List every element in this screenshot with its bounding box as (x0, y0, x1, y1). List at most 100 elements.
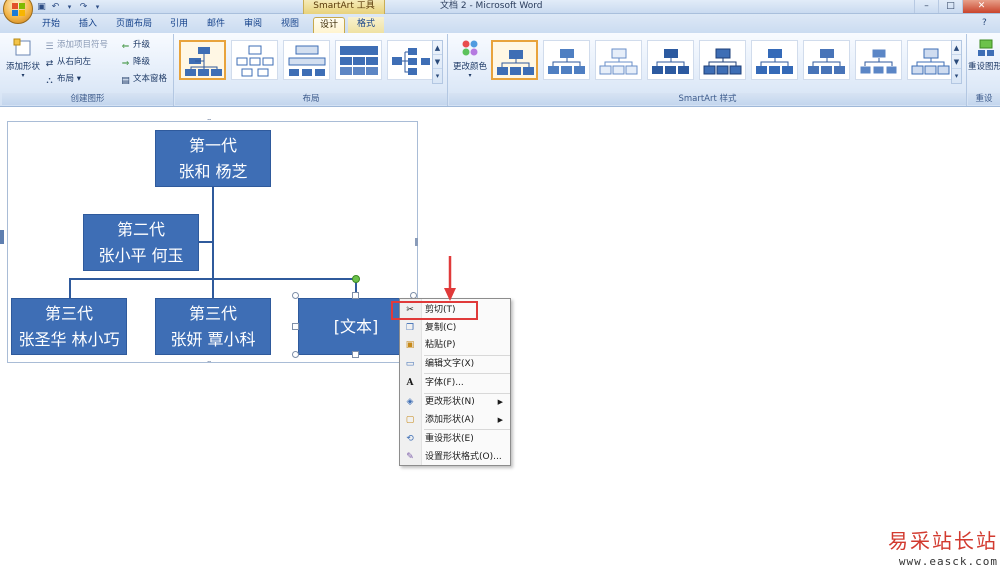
text-pane-button[interactable]: ▤ 文本窗格 (120, 72, 167, 86)
scroll-down-icon[interactable]: ▼ (433, 55, 442, 69)
submenu-arrow-icon: ▶ (497, 416, 503, 424)
menu-item-copy[interactable]: ❐ 复制(C) (400, 320, 510, 337)
layout-gallery (179, 40, 434, 84)
style-thumb-6[interactable] (751, 40, 798, 80)
node-names: 张圣华 林小巧 (18, 330, 120, 349)
add-shape-button[interactable]: 添加形状 ▾ (4, 38, 42, 79)
dropdown-arrow-icon: ▾ (21, 72, 25, 79)
group-label-smartart-styles: SmartArt 样式 (449, 93, 966, 105)
rotate-handle[interactable] (352, 275, 360, 283)
frame-resize-handle-right[interactable] (415, 238, 418, 246)
resize-handle[interactable] (292, 323, 299, 330)
group-label-layouts: 布局 (175, 93, 447, 105)
layout-thumb-4[interactable] (335, 40, 382, 80)
demote-button[interactable]: ⇒ 降级 (120, 55, 150, 69)
resize-handle[interactable] (352, 351, 359, 358)
node-names: 张和 杨芝 (178, 162, 248, 181)
connector-line (69, 278, 71, 298)
paste-icon: ▣ (405, 340, 415, 350)
node-title: 第二代 (116, 220, 165, 239)
style-thumb-3[interactable] (595, 40, 642, 80)
style-thumb-5[interactable] (699, 40, 746, 80)
context-menu: ✂ 剪切(T) ❐ 复制(C) ▣ 粘贴(P) ▭ 编辑文字(X) A 字体(F… (399, 298, 511, 466)
resize-handle[interactable] (292, 292, 299, 299)
menu-item-font[interactable]: A 字体(F)... (400, 375, 510, 392)
minimize-button[interactable]: – (914, 0, 938, 13)
group-reset: 重设图形 重设 (968, 34, 1000, 106)
redo-icon[interactable]: ↷ (78, 2, 89, 13)
node-gen3-a[interactable]: 第三代 张圣华 林小巧 (11, 298, 127, 355)
layout-thumb-5[interactable] (387, 40, 434, 80)
node-gen2[interactable]: 第二代 张小平 何玉 (83, 214, 199, 271)
save-icon[interactable]: ▣ (36, 2, 47, 13)
resize-handle[interactable] (352, 292, 359, 299)
layout-button[interactable]: ⛬ 布局 ▾ (44, 72, 81, 86)
frame-resize-handle-left[interactable] (4, 240, 7, 248)
menu-item-reset-shape[interactable]: ⟲ 重设形状(E) (400, 431, 510, 448)
promote-button[interactable]: ⇐ 升级 (120, 38, 150, 52)
demote-icon: ⇒ (121, 59, 130, 69)
menu-item-edit-text[interactable]: ▭ 编辑文字(X) (400, 356, 510, 373)
menu-separator (424, 429, 510, 430)
menu-item-change-shape[interactable]: ◈ 更改形状(N) ▶ (400, 394, 510, 411)
scroll-up-icon[interactable]: ▲ (952, 41, 961, 55)
scroll-up-icon[interactable]: ▲ (433, 41, 442, 55)
dropdown-icon[interactable]: ▾ (64, 2, 75, 13)
style-thumb-8[interactable] (855, 40, 902, 80)
style-gallery-scroll[interactable]: ▲ ▼ ▾ (951, 40, 962, 84)
quick-access-toolbar: ▣ ↶ ▾ ↷ ▾ (36, 1, 103, 13)
resize-handle[interactable] (292, 351, 299, 358)
reset-shape-icon: ⟲ (406, 434, 414, 444)
frame-resize-handle-top[interactable]: ···· (207, 118, 215, 124)
gallery-more-icon[interactable]: ▾ (952, 69, 961, 83)
menu-item-add-shape[interactable]: ▢ 添加形状(A) ▶ (400, 412, 510, 429)
add-bullet-button[interactable]: ☰ 添加项目符号 (44, 38, 108, 52)
office-logo-icon (12, 3, 25, 16)
format-shape-icon: ✎ (406, 452, 414, 462)
gallery-more-icon[interactable]: ▾ (433, 69, 442, 83)
style-thumb-7[interactable] (803, 40, 850, 80)
reset-graphic-button[interactable]: 重设图形 (968, 38, 1000, 72)
close-button[interactable]: ✕ (962, 0, 1000, 13)
tab-page-layout[interactable]: 页面布局 (108, 17, 160, 33)
connector-line (199, 241, 213, 243)
node-title: 第一代 (188, 136, 237, 155)
style-thumb-9[interactable] (907, 40, 954, 80)
style-thumb-1[interactable] (491, 40, 538, 80)
scroll-down-icon[interactable]: ▼ (952, 55, 961, 69)
customize-qat-icon[interactable]: ▾ (92, 2, 103, 13)
edit-text-icon: ▭ (405, 359, 415, 369)
layout-gallery-scroll[interactable]: ▲ ▼ ▾ (432, 40, 443, 84)
tab-insert[interactable]: 插入 (70, 17, 106, 33)
style-thumb-4[interactable] (647, 40, 694, 80)
node-names: 张妍 覃小科 (170, 330, 256, 349)
frame-resize-handle-bottom[interactable]: ···· (207, 360, 215, 366)
style-thumb-2[interactable] (543, 40, 590, 80)
help-icon[interactable]: ? (982, 18, 994, 30)
tab-review[interactable]: 审阅 (236, 17, 270, 33)
tab-format[interactable]: 格式 (348, 17, 384, 33)
node-gen3-b[interactable]: 第三代 张妍 覃小科 (155, 298, 271, 355)
layout-thumb-2[interactable] (231, 40, 278, 80)
node-gen1[interactable]: 第一代 张和 杨芝 (155, 130, 271, 187)
change-colors-button[interactable]: 更改颜色 ▾ (451, 38, 489, 79)
tab-mailings[interactable]: 邮件 (199, 17, 233, 33)
menu-separator (424, 373, 510, 374)
right-to-left-button[interactable]: ⇄ 从右向左 (44, 55, 91, 69)
node-names: 张小平 何玉 (98, 246, 184, 265)
menu-item-paste[interactable]: ▣ 粘贴(P) (400, 337, 510, 354)
menu-item-format-shape[interactable]: ✎ 设置形状格式(O)... (400, 449, 510, 466)
group-smartart-styles: 更改颜色 ▾ ▲ ▼ ▾ SmartArt 样式 (449, 34, 967, 106)
tab-view[interactable]: 视图 (273, 17, 307, 33)
layout-thumb-3[interactable] (283, 40, 330, 80)
maximize-button[interactable]: □ (938, 0, 962, 13)
layout-thumb-1[interactable] (179, 40, 226, 80)
connector-line (212, 278, 214, 298)
dropdown-arrow-icon: ▾ (468, 72, 472, 79)
undo-icon[interactable]: ↶ (50, 2, 61, 13)
tab-home[interactable]: 开始 (34, 17, 68, 33)
ribbon: 添加形状 ▾ ☰ 添加项目符号 ⇄ 从右向左 ⛬ 布局 ▾ ⇐ 升级 ⇒ 降级 ▤ 文本窗格… (0, 33, 1000, 107)
tab-design[interactable]: 设计 (313, 17, 345, 33)
tab-references[interactable]: 引用 (162, 17, 196, 33)
promote-icon: ⇐ (121, 42, 130, 52)
